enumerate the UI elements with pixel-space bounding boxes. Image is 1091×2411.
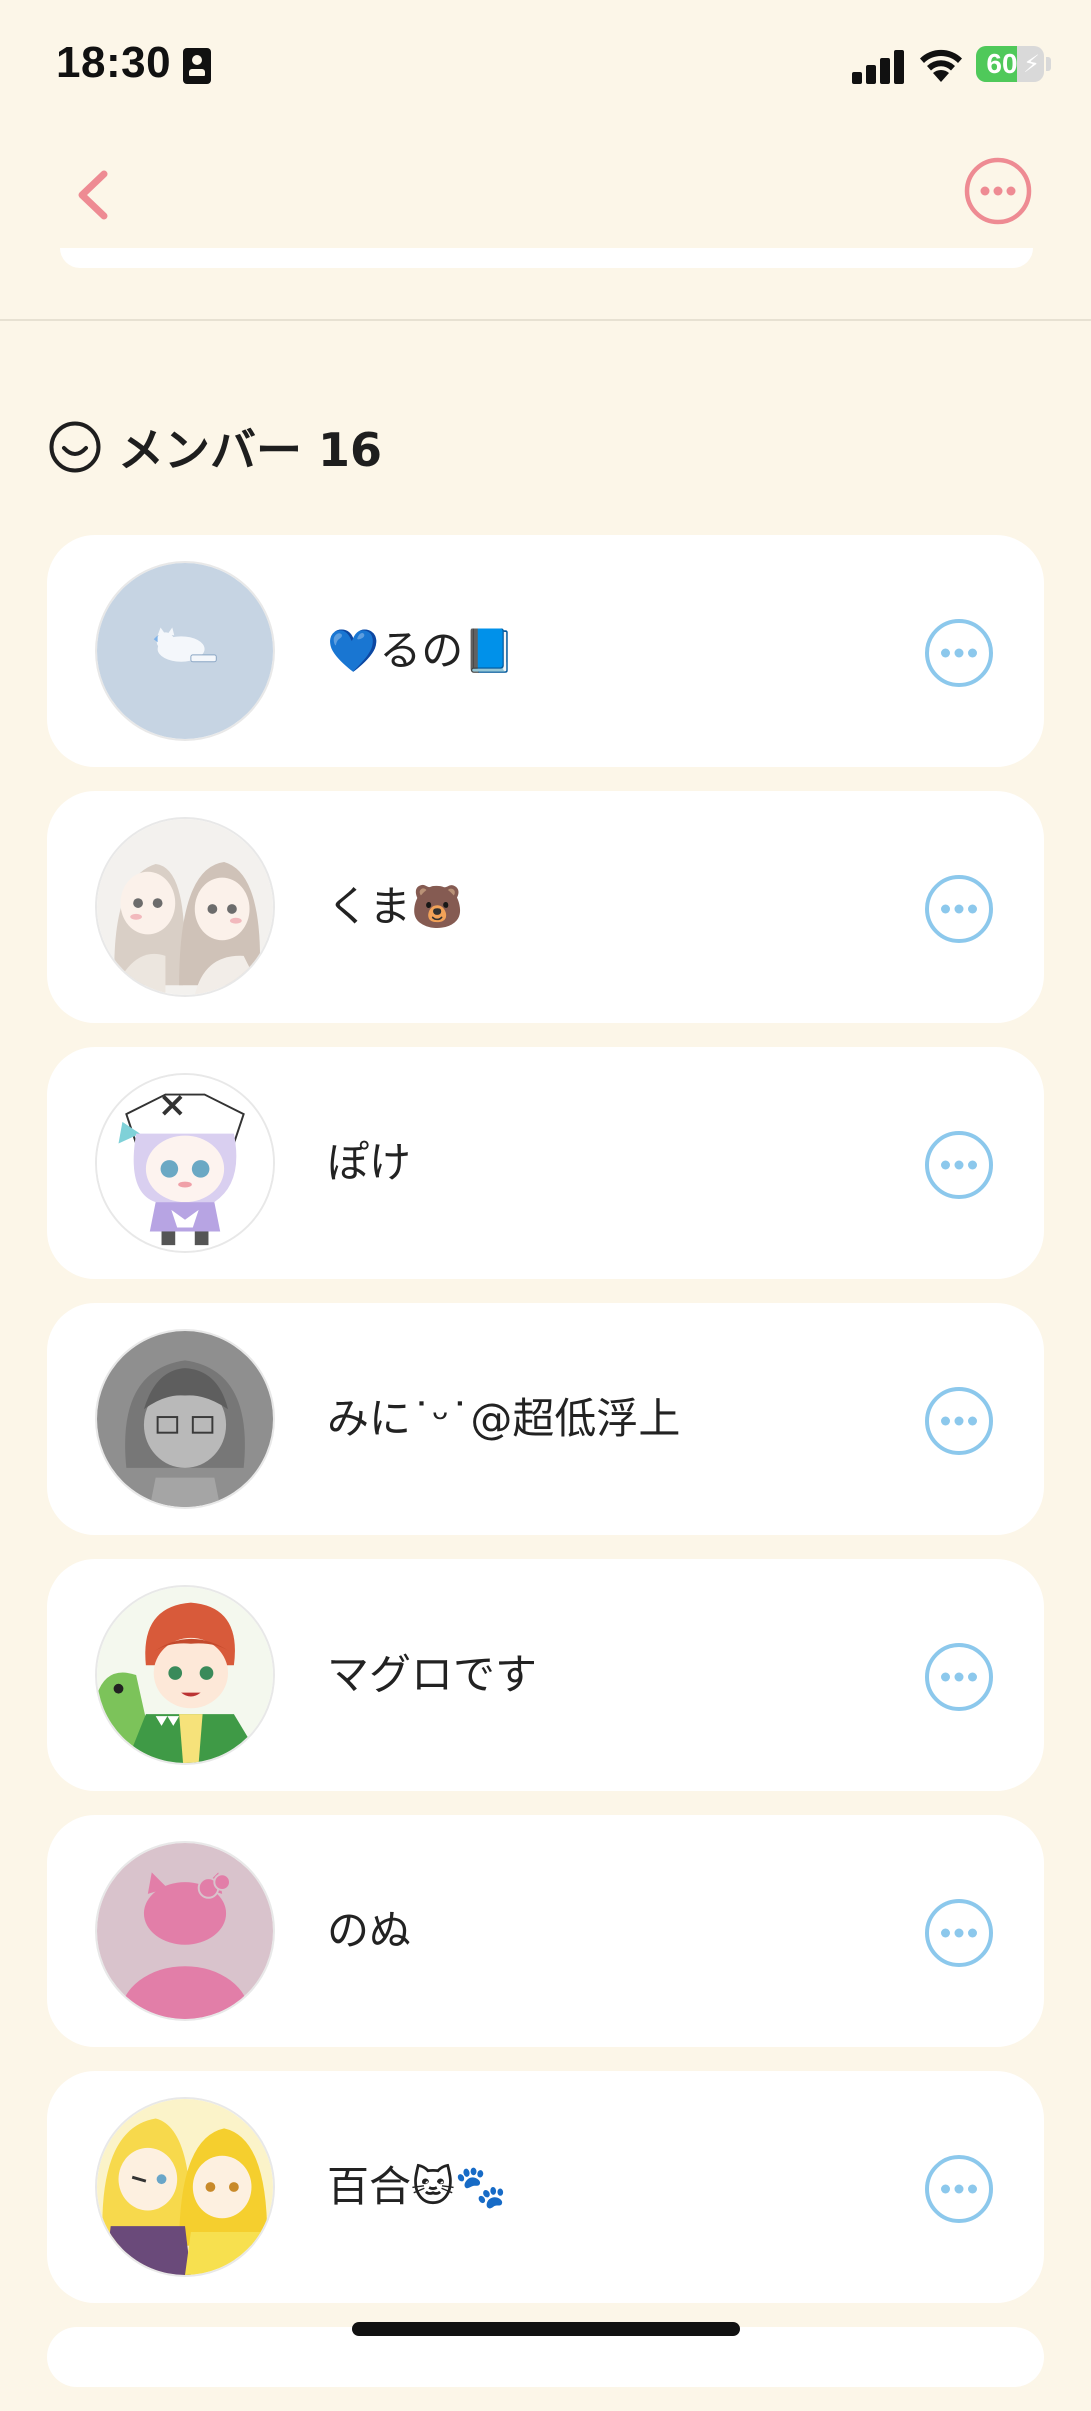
charging-bolt-icon: ⚡ [1023, 50, 1040, 78]
member-name: みに˙ᵕ˙@超低浮上 [327, 1394, 681, 1443]
ellipsis-circle-icon[interactable] [923, 1129, 995, 1201]
member-avatar [95, 1329, 275, 1509]
member-row[interactable]: マグロです [47, 1559, 1044, 1791]
member-row[interactable]: くま🐻 [47, 791, 1044, 1023]
ellipsis-circle-icon[interactable] [923, 1641, 995, 1713]
members-title: メンバー 16 [118, 423, 383, 477]
white-cat-on-blue-avatar [97, 563, 273, 739]
member-name: マグロです [327, 1650, 538, 1699]
battery-cap [1046, 57, 1051, 71]
member-avatar [95, 817, 275, 997]
member-row[interactable]: みに˙ᵕ˙@超低浮上 [47, 1303, 1044, 1535]
chevron-left-icon [78, 170, 108, 220]
status-time: 18:30 [56, 38, 172, 87]
wifi-icon [918, 46, 964, 84]
member-row[interactable]: 百合🐱🐾 [47, 2071, 1044, 2303]
cellular-signal-icon [852, 50, 906, 84]
member-avatar [95, 561, 275, 741]
member-row[interactable]: ぽけ [47, 1047, 1044, 1279]
battery-charging-icon: 60 ⚡ [976, 46, 1044, 82]
nav-header [0, 130, 1091, 321]
member-avatar [95, 2097, 275, 2277]
member-name: くま🐻 [327, 882, 464, 931]
back-button[interactable] [64, 160, 124, 230]
member-list: 💙るの📘 くま� [47, 535, 1044, 2411]
member-avatar [95, 1841, 275, 2021]
grey-pencil-sketch-avatar [97, 1331, 273, 1507]
ellipsis-circle-icon[interactable] [923, 617, 995, 689]
two-girls-sketch-avatar [97, 819, 273, 995]
ellipsis-circle-icon [964, 157, 1032, 225]
ellipsis-circle-icon[interactable] [923, 2153, 995, 2225]
id-card-icon [183, 48, 211, 84]
members-section-header: メンバー 16 [48, 412, 382, 482]
purple-hair-chibi-avatar [97, 1075, 273, 1251]
member-row[interactable]: のぬ [47, 1815, 1044, 2047]
ellipsis-circle-icon[interactable] [923, 873, 995, 945]
yellow-hair-duo-avatar [97, 2099, 273, 2275]
smile-face-icon [49, 421, 101, 473]
red-hair-boy-dinosaur-avatar [97, 1587, 273, 1763]
hello-kitty-silhouette-avatar [97, 1843, 273, 2019]
member-avatar [95, 1585, 275, 1765]
group-more-button[interactable] [963, 156, 1033, 226]
member-name: のぬ [327, 1906, 412, 1955]
status-bar: 18:30 60 ⚡ [0, 0, 1091, 130]
battery-level: 60 [986, 48, 1018, 79]
member-name: 💙るの📘 [327, 626, 516, 675]
ellipsis-circle-icon[interactable] [923, 1385, 995, 1457]
member-name: 百合🐱🐾 [327, 2162, 508, 2211]
member-row-partial[interactable] [47, 2327, 1044, 2387]
member-name: ぽけ [327, 1138, 412, 1187]
home-indicator[interactable] [352, 2322, 740, 2336]
ellipsis-circle-icon[interactable] [923, 1897, 995, 1969]
member-avatar [95, 1073, 275, 1253]
collapsed-card-edge [60, 248, 1033, 268]
header-divider [0, 319, 1091, 321]
member-row[interactable]: 💙るの📘 [47, 535, 1044, 767]
